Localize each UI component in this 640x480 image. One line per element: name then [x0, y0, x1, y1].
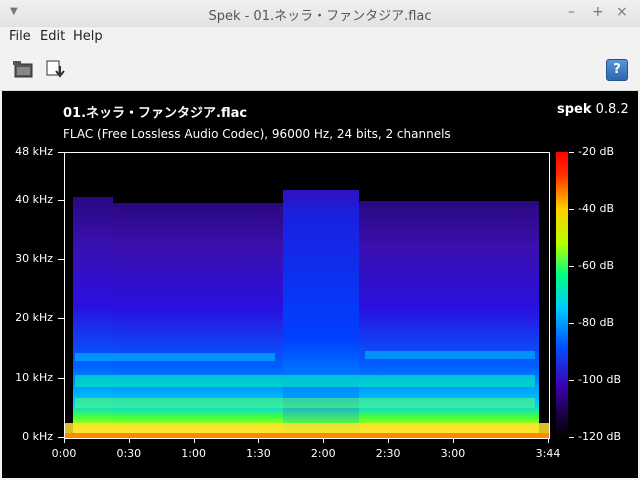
db-tick-label: -40 dB [578, 202, 614, 215]
time-tick [388, 438, 390, 443]
spectrogram-viewer: 01.ネッラ・ファンタジア.flac FLAC (Free Lossless A… [2, 91, 638, 478]
file-title: 01.ネッラ・ファンタジア.flac [63, 106, 248, 121]
db-tick [569, 152, 574, 153]
time-tick [64, 438, 65, 443]
open-icon [13, 61, 33, 78]
spectrogram-plot [64, 152, 550, 439]
time-tick [193, 438, 195, 443]
freq-tick [58, 199, 64, 201]
time-tick [323, 438, 325, 443]
maximize-button[interactable]: + [592, 4, 604, 20]
menu-help[interactable]: Help [73, 29, 103, 44]
app-label: spek 0.8.2 [557, 102, 629, 117]
menu-file[interactable]: File [9, 29, 31, 44]
freq-tick [58, 152, 64, 153]
db-tick [569, 323, 574, 324]
spectrogram-image [65, 153, 549, 438]
freq-tick-label: 48 kHz [15, 145, 53, 158]
time-tick [258, 438, 260, 443]
time-tick [452, 438, 454, 443]
freq-tick-label: 10 kHz [15, 370, 53, 384]
title-bar: ▼ Spek - 01.ネッラ・ファンタジア.flac – + × [0, 0, 640, 28]
db-tick-label: -60 dB [578, 259, 614, 272]
time-tick-label: 3:44 [535, 447, 561, 460]
toolbar [0, 48, 640, 91]
db-tick [569, 437, 574, 438]
db-tick-label: -120 dB [578, 430, 621, 443]
time-tick-label: 1:00 [181, 447, 206, 460]
menu-edit[interactable]: Edit [40, 29, 65, 44]
file-info: FLAC (Free Lossless Audio Codec), 96000 … [63, 127, 451, 141]
freq-tick [58, 377, 64, 379]
save-button[interactable] [42, 56, 70, 82]
open-file-button[interactable] [10, 56, 38, 82]
help-button[interactable]: ? [606, 59, 628, 81]
time-tick-label: 1:30 [246, 447, 271, 460]
save-icon [46, 60, 65, 78]
db-tick-label: -80 dB [578, 316, 614, 329]
app-version: 0.8.2 [595, 102, 629, 117]
db-tick [569, 209, 574, 210]
freq-tick [58, 318, 64, 320]
freq-tick-label: 20 kHz [15, 311, 53, 325]
db-tick [569, 380, 574, 381]
close-button[interactable]: × [616, 4, 628, 20]
time-tick-label: 2:00 [310, 447, 336, 460]
time-tick-label: 3:00 [440, 447, 466, 460]
db-tick-label: -20 dB [578, 145, 614, 158]
freq-tick-label: 40 kHz [15, 192, 53, 206]
time-tick-label: 0:30 [116, 447, 142, 460]
app-name: spek [557, 102, 592, 117]
freq-tick [58, 258, 64, 260]
window-title: Spek - 01.ネッラ・ファンタジア.flac [208, 9, 432, 24]
time-tick-label: 0:00 [51, 447, 77, 460]
db-color-scale [556, 152, 568, 438]
freq-tick-label: 30 kHz [15, 251, 53, 265]
db-tick [569, 266, 574, 267]
time-tick [548, 438, 549, 443]
time-tick [128, 438, 130, 443]
time-tick-label: 2:30 [375, 447, 401, 460]
freq-tick-label: 0 kHz [22, 430, 53, 443]
db-tick-label: -100 dB [578, 373, 621, 386]
menu-bar: File Edit Help [0, 27, 640, 48]
minimize-button[interactable]: – [568, 4, 575, 20]
